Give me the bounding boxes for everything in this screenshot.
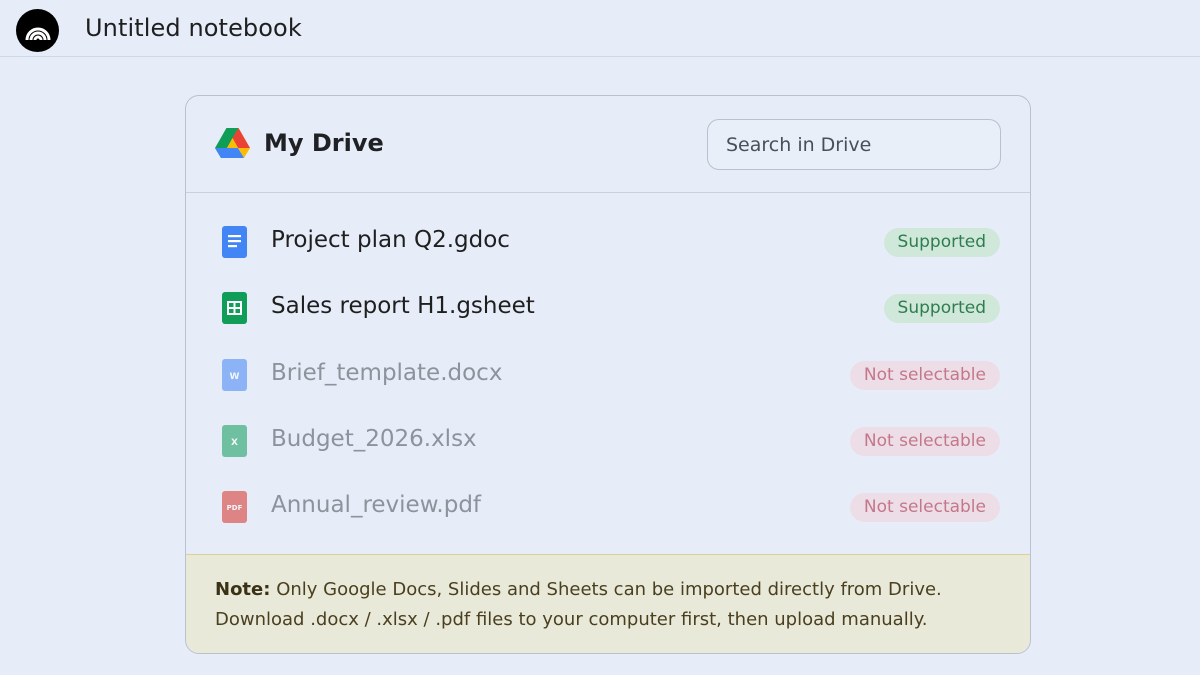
word-icon: W [222,358,247,391]
drive-search-input[interactable] [707,119,1001,170]
status-badge: Not selectable [849,360,1000,390]
dialog-header: My Drive [186,96,1030,193]
file-row-brief-template: W Brief_template.docx Not selectable [186,342,1030,408]
file-name: Budget_2026.xlsx [271,425,477,452]
dialog-title: My Drive [264,129,384,157]
note-text-1: Only Google Docs, Slides and Sheets can … [276,579,942,600]
file-name: Project plan Q2.gdoc [271,227,510,253]
status-badge: Supported [883,228,1000,257]
file-name: Sales report H1.gsheet [271,293,535,320]
note-line-1: Note: Only Google Docs, Slides and Sheet… [215,575,1001,605]
file-row-project-plan[interactable]: Project plan Q2.gdoc Supported [186,209,1030,275]
file-list: Project plan Q2.gdoc Supported Sales rep… [186,209,1030,540]
file-row-sales-report[interactable]: Sales report H1.gsheet Supported [186,275,1030,341]
excel-icon: X [222,424,247,457]
google-drive-icon [215,128,250,159]
pdf-icon: PDF [222,491,247,524]
google-sheets-icon [222,292,247,325]
import-note: Note: Only Google Docs, Slides and Sheet… [186,554,1030,653]
note-text-2: Download .docx / .xlsx / .pdf files to y… [215,609,928,630]
svg-text:W: W [230,372,240,382]
note-label: Note: [215,579,271,600]
drive-picker-dialog: My Drive Project plan Q2.gdoc Supported [185,95,1031,654]
status-badge: Not selectable [849,493,1000,523]
notebook-title[interactable]: Untitled notebook [85,14,302,42]
svg-text:X: X [231,438,238,448]
google-docs-icon [222,226,247,258]
file-row-annual-review: PDF Annual_review.pdf Not selectable [186,474,1030,540]
notebooklm-logo-icon[interactable] [16,9,59,52]
top-bar: Untitled notebook [0,0,1200,57]
file-row-budget: X Budget_2026.xlsx Not selectable [186,408,1030,474]
file-name: Brief_template.docx [271,359,503,386]
status-badge: Not selectable [849,426,1000,456]
status-badge: Supported [883,294,1000,324]
file-name: Annual_review.pdf [271,492,482,519]
svg-text:PDF: PDF [227,504,243,512]
